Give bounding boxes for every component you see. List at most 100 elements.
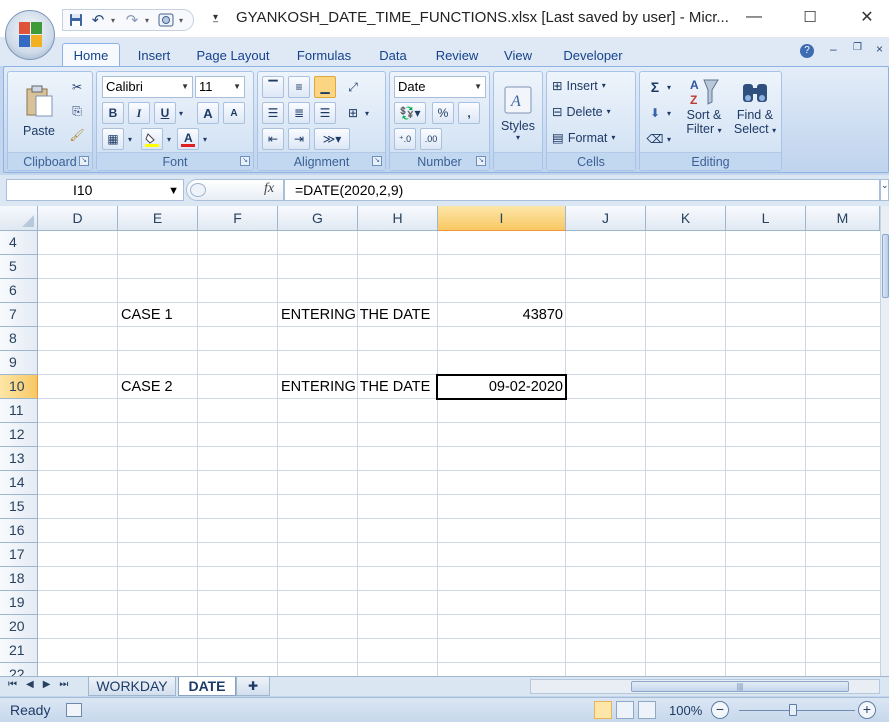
row-header-22[interactable]: 22 (0, 663, 38, 676)
number-format-select[interactable]: Date ▼ (394, 76, 486, 98)
name-box[interactable]: I10 ▼ (6, 179, 184, 201)
spreadsheet-grid[interactable]: DEFGHIJKLM 4 5 6 7 8 9 10 11 12 13 14 15 16 17 18 19 20 2… (0, 206, 889, 676)
insert-sheet-icon[interactable]: ✚ (236, 677, 270, 696)
shape-icon[interactable] (157, 11, 175, 29)
row-header-6[interactable]: 6 (0, 279, 38, 303)
formula-circle-icon[interactable] (190, 183, 206, 197)
align-right-icon[interactable]: ☰ (314, 102, 336, 124)
normal-view-icon[interactable] (594, 701, 612, 719)
column-header-j[interactable]: J (566, 206, 646, 231)
column-header-i[interactable]: I (438, 206, 566, 231)
autosum-dropdown-icon[interactable]: ▾ (664, 76, 674, 98)
zoom-in-button[interactable]: + (858, 701, 876, 719)
tab-review[interactable]: Review (431, 44, 483, 66)
column-header-m[interactable]: M (806, 206, 880, 231)
redo-dropdown-icon[interactable]: ▾ (145, 16, 153, 25)
prev-sheet-icon[interactable]: ◀ (26, 679, 34, 690)
zoom-level[interactable]: 100% (669, 703, 702, 718)
borders-icon[interactable]: ▦ (102, 128, 124, 150)
sheet-tab-date[interactable]: DATE (178, 677, 236, 696)
vertical-scroll-thumb[interactable] (882, 234, 889, 298)
tab-data[interactable]: Data (373, 44, 413, 66)
underline-dropdown-icon[interactable]: ▾ (176, 102, 186, 124)
zoom-slider-track[interactable] (739, 710, 855, 711)
format-painter-icon[interactable]: 🖌 (66, 124, 88, 146)
font-color-icon[interactable]: A (177, 128, 199, 150)
zoom-out-button[interactable]: − (711, 701, 729, 719)
save-icon[interactable] (67, 11, 85, 29)
row-header-10[interactable]: 10 (0, 375, 38, 399)
close-button[interactable]: ✕ (857, 6, 877, 28)
underline-button[interactable]: U (154, 102, 176, 124)
page-break-view-icon[interactable] (638, 701, 656, 719)
number-launcher-icon[interactable]: ↘ (476, 156, 486, 166)
select-all-button[interactable] (0, 206, 38, 231)
tab-developer[interactable]: Developer (556, 44, 630, 66)
align-center-icon[interactable]: ≣ (288, 102, 310, 124)
percent-button[interactable]: % (432, 102, 454, 124)
column-header-g[interactable]: G (278, 206, 358, 231)
formula-input[interactable]: =DATE(2020,2,9) (284, 179, 880, 201)
zoom-slider-thumb[interactable] (789, 704, 797, 716)
row-header-20[interactable]: 20 (0, 615, 38, 639)
tab-formulas[interactable]: Formulas (292, 44, 356, 66)
column-header-h[interactable]: H (358, 206, 438, 231)
column-header-e[interactable]: E (118, 206, 198, 231)
tab-home[interactable]: Home (62, 43, 120, 66)
borders-dropdown-icon[interactable]: ▾ (125, 128, 135, 150)
italic-button[interactable]: I (128, 102, 150, 124)
undo-dropdown-icon[interactable]: ▾ (111, 16, 119, 25)
font-launcher-icon[interactable]: ↘ (240, 156, 250, 166)
macro-record-icon[interactable] (66, 703, 82, 717)
row-header-9[interactable]: 9 (0, 351, 38, 375)
cell-e7[interactable]: CASE 1 (118, 304, 173, 327)
column-header-l[interactable]: L (726, 206, 806, 231)
name-box-dropdown-icon[interactable]: ▼ (168, 181, 179, 201)
fill-icon[interactable]: ⬇ (644, 102, 666, 124)
increase-decimal-icon[interactable]: ⁺.0 (394, 128, 416, 150)
row-header-7[interactable]: 7 (0, 303, 38, 327)
row-header-18[interactable]: 18 (0, 567, 38, 591)
column-header-d[interactable]: D (38, 206, 118, 231)
find-select-button[interactable]: Find & Select ▾ (730, 76, 780, 152)
bold-button[interactable]: B (102, 102, 124, 124)
cell-i7[interactable]: 43870 (438, 304, 566, 327)
sheet-tab-workday[interactable]: WORKDAY (88, 677, 176, 696)
copy-icon[interactable]: ⎘ (66, 100, 88, 122)
cut-icon[interactable]: ✂ (66, 76, 88, 98)
fill-color-icon[interactable] (141, 128, 163, 150)
tab-view[interactable]: View (500, 44, 536, 66)
orientation-icon[interactable]: ⤢ (342, 76, 364, 98)
ribbon-close-icon[interactable]: × (876, 42, 883, 56)
align-middle-icon[interactable]: ≡ (288, 76, 310, 98)
formula-expand-icon[interactable]: ⌄ (880, 179, 889, 201)
cell-e10[interactable]: CASE 2 (118, 376, 173, 399)
cell-g10[interactable]: ENTERING THE DATE (278, 376, 430, 399)
row-header-5[interactable]: 5 (0, 255, 38, 279)
font-color-dropdown-icon[interactable]: ▾ (200, 128, 210, 150)
align-left-icon[interactable]: ☰ (262, 102, 284, 124)
cell-i10[interactable]: 09-02-2020 (438, 376, 566, 399)
horizontal-scroll-thumb[interactable]: ||| (631, 681, 849, 692)
minimize-button[interactable]: — (744, 6, 764, 28)
maximize-button[interactable]: ☐ (800, 6, 820, 28)
clipboard-launcher-icon[interactable]: ↘ (79, 156, 89, 166)
row-header-14[interactable]: 14 (0, 471, 38, 495)
autosum-icon[interactable]: Σ (644, 76, 666, 98)
row-header-19[interactable]: 19 (0, 591, 38, 615)
paste-button[interactable]: Paste (14, 76, 64, 146)
styles-button[interactable]: A Styles ▾ (496, 76, 540, 150)
row-header-16[interactable]: 16 (0, 519, 38, 543)
grow-font-button[interactable]: A (197, 102, 219, 124)
row-header-8[interactable]: 8 (0, 327, 38, 351)
row-header-4[interactable]: 4 (0, 231, 38, 255)
font-name-select[interactable]: Calibri ▼ (102, 76, 193, 98)
row-header-12[interactable]: 12 (0, 423, 38, 447)
insert-function-button[interactable]: fx (264, 181, 274, 197)
help-icon[interactable]: ? (800, 44, 814, 58)
first-sheet-icon[interactable]: ⏮ (8, 679, 17, 690)
ribbon-minimize-icon[interactable]: – (830, 42, 837, 56)
shrink-font-button[interactable]: A (223, 102, 245, 124)
row-header-13[interactable]: 13 (0, 447, 38, 471)
horizontal-scrollbar[interactable]: ||| (530, 679, 880, 694)
